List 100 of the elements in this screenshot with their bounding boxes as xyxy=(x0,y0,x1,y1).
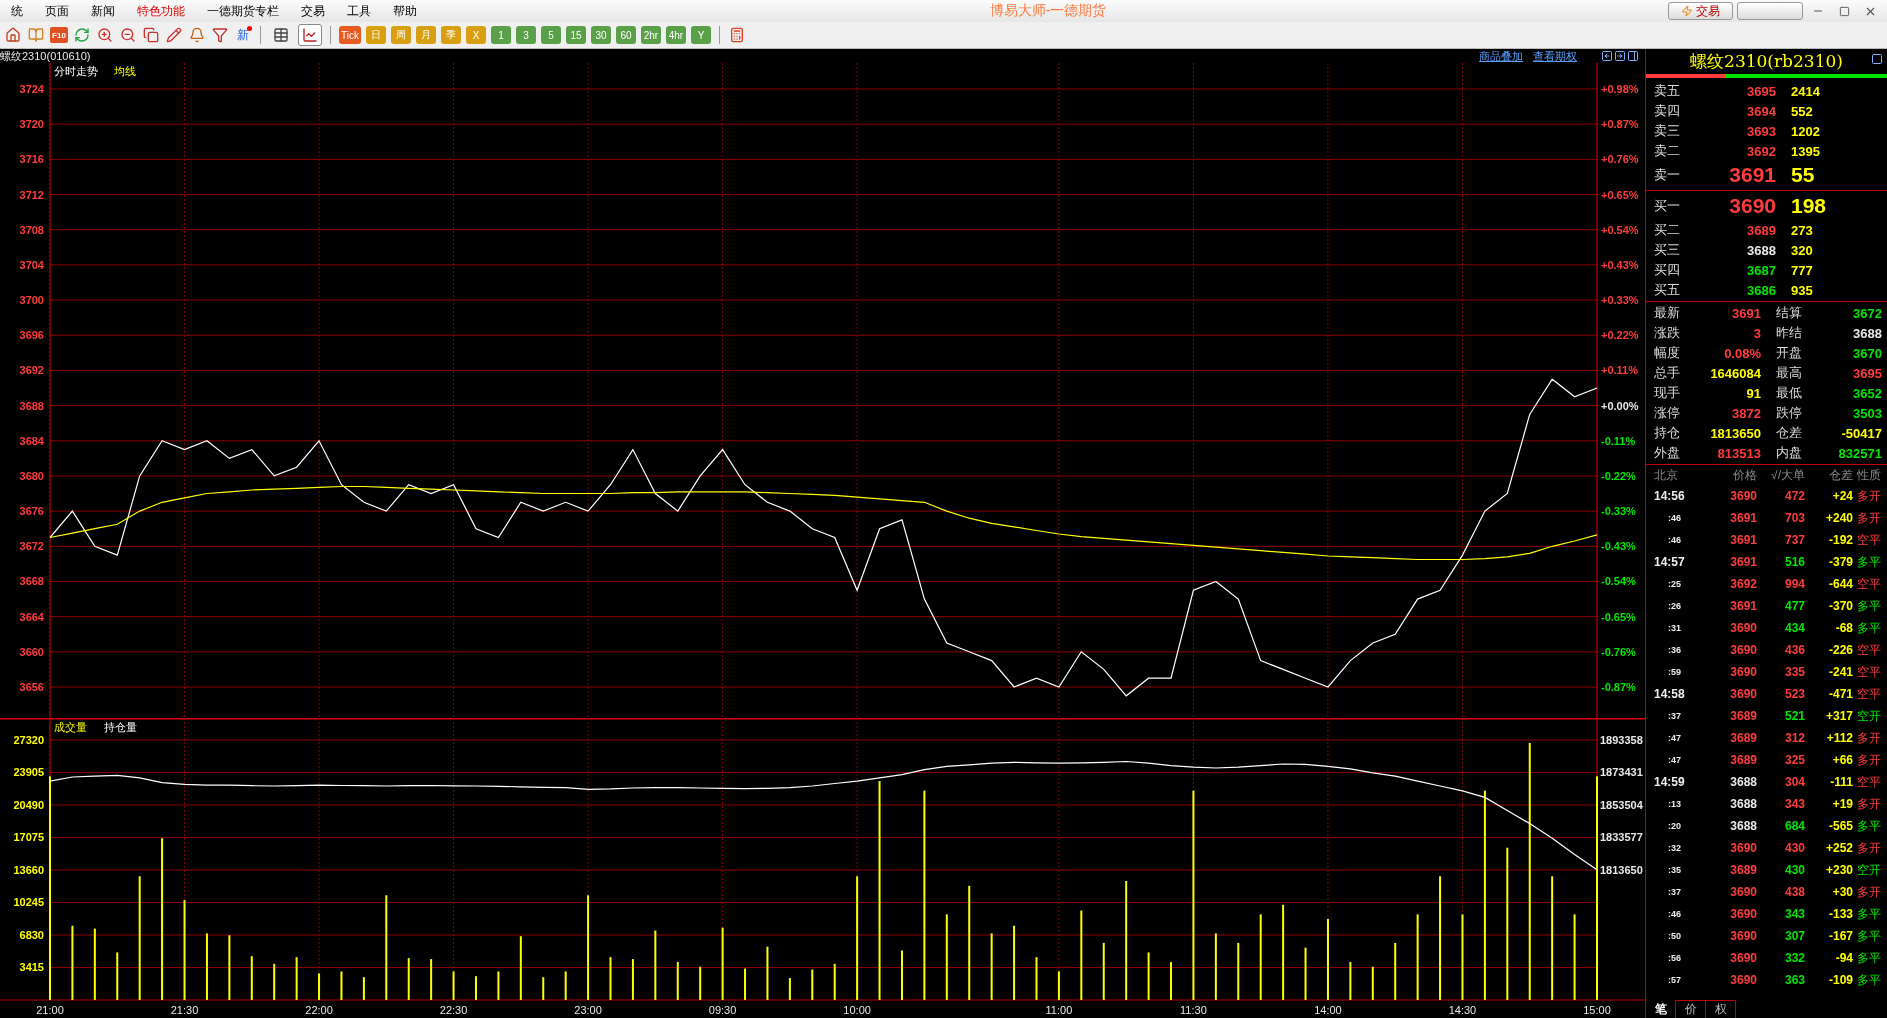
tick-diff: +230 xyxy=(1824,862,1853,879)
stat-label: 幅度 xyxy=(1654,344,1680,362)
menu-item[interactable]: 工具 xyxy=(336,2,382,20)
axis-label: 3676 xyxy=(19,505,44,518)
volume-bar xyxy=(1394,943,1397,1001)
volume-bar xyxy=(564,971,567,1001)
volume-bar xyxy=(1214,933,1217,1001)
axis-label: 3692 xyxy=(19,364,44,377)
period-button[interactable]: 周 xyxy=(390,26,411,44)
header-link[interactable]: 查看期权 xyxy=(1533,48,1577,64)
axis-label: -0.54% xyxy=(1601,575,1636,588)
home-icon[interactable] xyxy=(4,26,22,44)
menu-item[interactable]: 一德期货专栏 xyxy=(196,2,290,20)
volume-bar xyxy=(519,936,522,1001)
bell-icon[interactable] xyxy=(188,26,206,44)
order-label: 卖二 xyxy=(1654,142,1681,160)
panel-tab[interactable]: 价 xyxy=(1676,1000,1706,1018)
axis-label: 14:30 xyxy=(1448,1004,1477,1017)
stat-label: 最低 xyxy=(1776,384,1802,402)
news-button[interactable]: 新 xyxy=(234,26,252,44)
tick-nature: 多平 xyxy=(1856,905,1882,923)
period-button[interactable]: 1 xyxy=(490,26,511,44)
axis-label: 21:00 xyxy=(36,1004,64,1017)
period-button[interactable]: 2hr xyxy=(640,26,661,44)
order-price: 3691 xyxy=(1728,163,1776,187)
tick-diff: +240 xyxy=(1824,510,1853,527)
tick-nature: 空平 xyxy=(1856,773,1882,791)
period-button[interactable]: 15 xyxy=(565,26,586,44)
windows-icon[interactable] xyxy=(142,26,160,44)
tick-price: 3690 xyxy=(1729,664,1757,681)
tick-time: :37 xyxy=(1667,886,1682,899)
axis-label: 3712 xyxy=(19,188,44,201)
refresh-icon[interactable] xyxy=(73,26,91,44)
period-button[interactable]: Y xyxy=(690,26,711,44)
period-button[interactable]: 30 xyxy=(590,26,611,44)
axis-label: 1813650 xyxy=(1600,864,1643,877)
toolbar-button[interactable] xyxy=(1737,2,1803,20)
stat-value: 832571 xyxy=(1838,445,1882,461)
zoom-out-icon[interactable] xyxy=(119,26,137,44)
axis-label: -0.65% xyxy=(1601,610,1636,623)
tick-diff: -111 xyxy=(1829,774,1853,791)
period-button[interactable]: 季 xyxy=(440,26,461,44)
filter-icon[interactable] xyxy=(211,26,229,44)
axis-label: 3720 xyxy=(19,118,44,131)
period-button[interactable]: 5 xyxy=(540,26,561,44)
volume-bar xyxy=(250,956,253,1001)
f10-button[interactable]: F10 xyxy=(50,27,68,43)
axis-label: -0.87% xyxy=(1601,681,1636,693)
tick-diff: -109 xyxy=(1827,972,1853,989)
volume-bar xyxy=(788,978,791,1001)
volume-bar xyxy=(205,933,208,1001)
tick-volume: 472 xyxy=(1783,488,1805,505)
volume-bar xyxy=(1371,967,1374,1001)
trade-button[interactable]: 交易 xyxy=(1668,2,1733,20)
period-button[interactable]: Tick xyxy=(339,26,361,44)
axis-label: +0.54% xyxy=(1601,223,1639,236)
tick-nature: 多平 xyxy=(1856,597,1882,615)
stat-label: 最高 xyxy=(1776,364,1802,382)
order-price: 3686 xyxy=(1746,282,1776,298)
panel-tab[interactable]: 权 xyxy=(1706,1000,1736,1018)
volume-bar xyxy=(811,969,814,1001)
tick-time: :47 xyxy=(1667,732,1682,745)
period-button[interactable]: 60 xyxy=(615,26,636,44)
menu-item[interactable]: 交易 xyxy=(290,2,336,20)
volume-bar xyxy=(318,973,321,1001)
menu-item[interactable]: 页面 xyxy=(34,2,80,20)
tick-diff: +30 xyxy=(1831,884,1853,901)
stat-value: 1813650 xyxy=(1710,425,1761,441)
tick-diff: -94 xyxy=(1834,950,1853,967)
notification-dot xyxy=(247,25,252,31)
period-button[interactable]: 日 xyxy=(365,26,386,44)
order-volume: 273 xyxy=(1791,222,1814,238)
book-icon[interactable] xyxy=(27,26,45,44)
window-icon[interactable] xyxy=(1871,53,1883,65)
stat-label: 跌停 xyxy=(1776,404,1802,422)
tick-nature: 空开 xyxy=(1856,861,1882,879)
axis-label: -0.11% xyxy=(1601,434,1636,447)
period-button[interactable]: X xyxy=(465,26,486,44)
volume-bar xyxy=(430,959,433,1001)
stat-label: 总手 xyxy=(1654,364,1680,382)
header-link[interactable]: 商品叠加 xyxy=(1479,48,1523,64)
chart-view-button[interactable] xyxy=(298,24,322,46)
pencil-icon[interactable] xyxy=(165,26,183,44)
period-button[interactable]: 3 xyxy=(515,26,536,44)
order-volume: 55 xyxy=(1791,163,1816,187)
menu-item[interactable]: 新闻 xyxy=(80,2,126,20)
menu-item[interactable]: 帮助 xyxy=(382,2,428,20)
axis-label: 3700 xyxy=(19,294,44,307)
tick-time: 14:57 xyxy=(1654,554,1686,571)
panel-icon[interactable] xyxy=(1627,50,1639,62)
volume-bar xyxy=(699,967,702,1001)
axis-label: 27320 xyxy=(13,734,44,747)
period-button[interactable]: 月 xyxy=(415,26,436,44)
period-button[interactable]: 4hr xyxy=(665,26,686,44)
menu-item[interactable]: 统 xyxy=(0,2,34,20)
order-label: 买三 xyxy=(1654,241,1681,259)
zoom-in-icon[interactable] xyxy=(96,26,114,44)
order-volume: 198 xyxy=(1791,194,1828,218)
menu-item[interactable]: 特色功能 xyxy=(126,2,196,20)
axis-label: 14:00 xyxy=(1314,1004,1342,1017)
